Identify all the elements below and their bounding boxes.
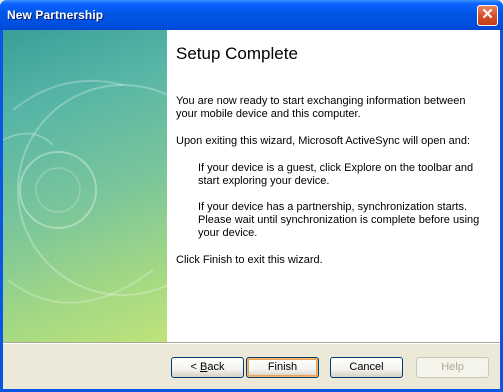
swirl-graphic (3, 79, 167, 304)
finish-instruction: Click Finish to exit this wizard. (176, 254, 323, 266)
title-bar[interactable]: New Partnership ✕ (0, 0, 503, 30)
close-button[interactable]: ✕ (477, 5, 498, 26)
exit-paragraph: Upon exiting this wizard, Microsoft Acti… (176, 135, 471, 147)
button-separator (3, 342, 500, 344)
wizard-side-banner (3, 30, 167, 342)
wizard-body: Setup Complete You are now ready to star… (3, 30, 500, 389)
finish-button[interactable]: Finish (246, 357, 319, 378)
wizard-content: Setup Complete You are now ready to star… (167, 30, 500, 342)
cancel-button[interactable]: Cancel (330, 357, 403, 378)
guest-paragraph: If your device is a guest, click Explore… (198, 162, 474, 187)
close-icon: ✕ (481, 6, 494, 23)
page-title: Setup Complete (176, 44, 298, 63)
help-button[interactable]: Help (416, 357, 489, 378)
partnership-paragraph: If your device has a partnership, synchr… (198, 201, 480, 239)
intro-paragraph: You are now ready to start exchanging in… (176, 95, 466, 120)
wizard-window: New Partnership ✕ Setup Complete You are… (0, 0, 503, 392)
window-title: New Partnership (7, 8, 104, 22)
back-button[interactable]: < Back (171, 357, 244, 378)
